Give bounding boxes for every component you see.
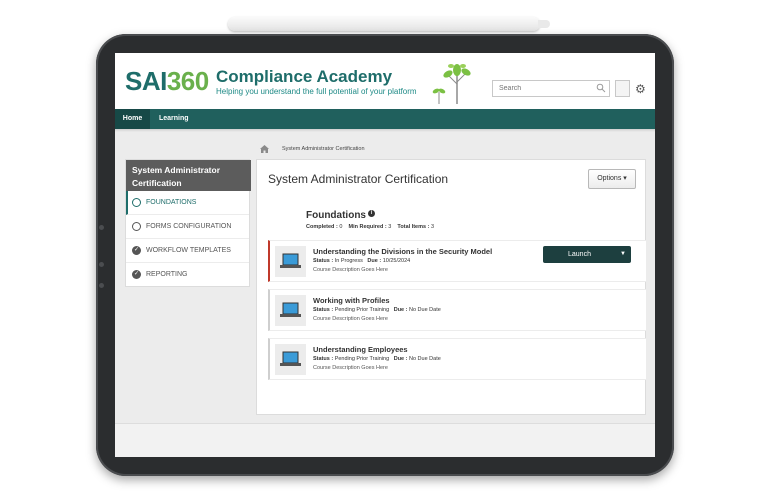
nav-home[interactable]: Home (115, 109, 150, 129)
due-value: No Due Date (409, 356, 441, 362)
course-description: Course Description Goes Here (313, 365, 388, 371)
course-title[interactable]: Understanding the Divisions in the Secur… (313, 247, 492, 256)
stylus-pencil (228, 17, 550, 31)
course-description: Course Description Goes Here (313, 267, 388, 273)
caret-down-icon[interactable]: ▼ (620, 246, 626, 263)
status-value: Pending Prior Training (334, 307, 390, 313)
total-items-value: 3 (430, 224, 435, 230)
sai360-logo[interactable]: SAI360 (125, 66, 209, 97)
sidebar-title: System Administrator Certification (126, 160, 251, 191)
info-icon[interactable]: i (368, 210, 375, 217)
laptop-icon (280, 302, 301, 317)
incomplete-circle-icon (132, 222, 141, 231)
sidebar-item-label: FOUNDATIONS (146, 199, 197, 206)
status-value: In Progress (334, 258, 363, 264)
completed-value: 0 (339, 224, 343, 230)
section-title-text: Foundations (306, 210, 366, 221)
app-header: SAI360 Compliance Academy Helping you un… (115, 53, 655, 109)
home-icon[interactable] (260, 145, 269, 153)
tablet-button (99, 283, 104, 288)
search-icon[interactable] (596, 83, 606, 93)
logo-accent: 360 (166, 66, 209, 96)
check-circle-icon: ✓ (132, 270, 141, 279)
sidebar-item-forms-configuration[interactable]: FORMS CONFIGURATION (126, 215, 249, 239)
course-title[interactable]: Understanding Employees (313, 345, 408, 354)
sidebar-item-reporting[interactable]: ✓ REPORTING (126, 263, 249, 287)
sidebar-item-foundations[interactable]: FOUNDATIONS (126, 191, 249, 215)
logo-main: SAI (125, 66, 167, 96)
app-subtitle: Helping you understand the full potentia… (216, 87, 417, 96)
user-menu-button[interactable] (615, 80, 630, 97)
options-label: Options (597, 175, 622, 182)
sidebar-item-label: REPORTING (146, 271, 188, 278)
course-meta: Status : Pending Prior Training Due : No… (313, 356, 441, 362)
main-nav: Home Learning (115, 109, 655, 129)
page-title: System Administrator Certification (268, 172, 449, 186)
search-input[interactable] (492, 80, 610, 97)
min-required-value: 3 (388, 224, 392, 230)
due-value: No Due Date (409, 307, 441, 313)
sidebar: System Administrator Certification FOUND… (125, 159, 251, 287)
status-value: Pending Prior Training (334, 356, 390, 362)
laptop-icon (280, 351, 301, 366)
sidebar-item-workflow-templates[interactable]: ✓ WORKFLOW TEMPLATES (126, 239, 249, 263)
laptop-icon (280, 253, 301, 268)
gear-icon[interactable]: ⚙ (635, 82, 646, 96)
nav-shadow (115, 129, 655, 132)
launch-button[interactable]: Launch ▼ (543, 246, 631, 263)
tablet-screen: SAI360 Compliance Academy Helping you un… (115, 53, 655, 457)
min-required-label: Min Required : (348, 224, 387, 230)
launch-label: Launch (568, 251, 591, 258)
due-label: Due : (367, 258, 382, 264)
due-label: Due : (393, 307, 408, 313)
section-stats: Completed : 0 Min Required : 3 Total Ite… (306, 224, 434, 230)
nav-learning[interactable]: Learning (159, 109, 189, 129)
due-value: 10/25/2024 (382, 258, 411, 264)
course-card[interactable]: Working with Profiles Status : Pending P… (268, 289, 646, 331)
check-circle-icon: ✓ (132, 246, 141, 255)
course-card[interactable]: Understanding Employees Status : Pending… (268, 338, 646, 380)
sidebar-item-label: FORMS CONFIGURATION (146, 223, 232, 230)
course-title[interactable]: Working with Profiles (313, 296, 390, 305)
main-panel: System Administrator Certification Optio… (256, 159, 646, 415)
options-button[interactable]: Options ▾ (588, 169, 636, 189)
sidebar-item-label: WORKFLOW TEMPLATES (146, 247, 231, 254)
incomplete-circle-icon (132, 198, 141, 207)
course-meta: Status : Pending Prior Training Due : No… (313, 307, 441, 313)
completed-label: Completed : (306, 224, 338, 230)
breadcrumb: System Administrator Certification (282, 146, 365, 152)
tablet-button (99, 262, 104, 267)
status-label: Status : (313, 307, 334, 313)
tablet-button (99, 225, 104, 230)
section-title: Foundations i (306, 210, 375, 221)
total-items-label: Total Items : (397, 224, 430, 230)
status-label: Status : (313, 258, 334, 264)
due-label: Due : (393, 356, 408, 362)
app-title: Compliance Academy (216, 67, 393, 86)
course-card[interactable]: Understanding the Divisions in the Secur… (268, 240, 646, 282)
tree-logo-icon (432, 64, 471, 104)
caret-down-icon: ▾ (623, 175, 627, 182)
page-footer (115, 423, 655, 457)
course-meta: Status : In Progress Due : 10/25/2024 (313, 258, 410, 264)
status-label: Status : (313, 356, 334, 362)
course-description: Course Description Goes Here (313, 316, 388, 322)
